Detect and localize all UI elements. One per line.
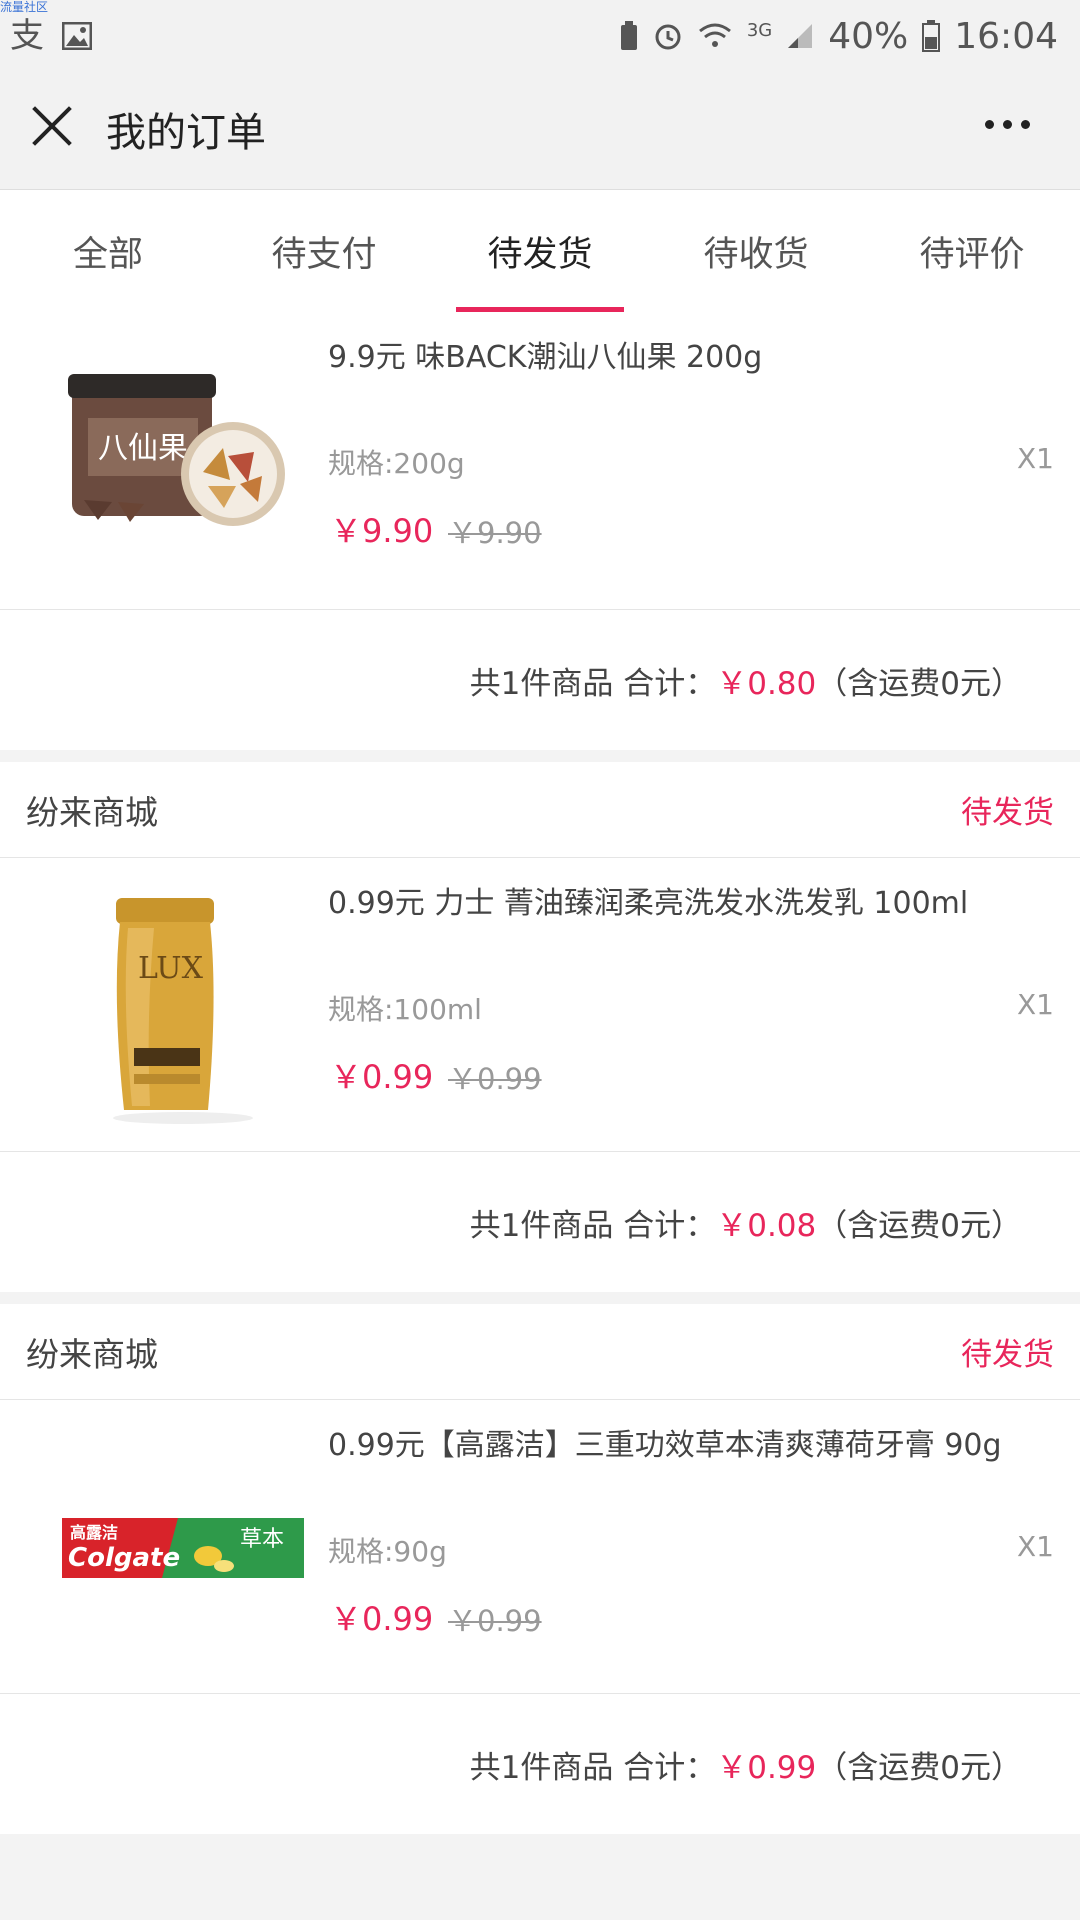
- summary-prefix: 共1件商品 合计：: [469, 1207, 717, 1244]
- tab-pending-payment[interactable]: 待支付: [216, 190, 432, 312]
- product-image: 高露洁 Colgate 草本: [58, 1420, 308, 1670]
- summary-suffix: （含运费0元）: [816, 665, 1022, 702]
- order-list: 八仙果 9.9元 味BACK潮汕八仙果 200g 规格:200g X1 ￥9.9…: [0, 312, 1080, 1846]
- tab-pending-shipment[interactable]: 待发货: [432, 190, 648, 312]
- status-bar: 流量社区 支 3G 40% 16:04: [0, 0, 1080, 66]
- watermark: 流量社区: [0, 0, 49, 14]
- order-tabs: 全部 待支付 待发货 待收货 待评价: [0, 190, 1080, 312]
- product-title: 9.9元 味BACK潮汕八仙果 200g: [328, 340, 763, 375]
- product-original-price: ￥0.99: [448, 1604, 542, 1638]
- shop-name: 纷来商城: [26, 1334, 158, 1374]
- status-left-icons: 支: [10, 19, 92, 53]
- product-original-price: ￥0.99: [448, 1062, 542, 1096]
- image-icon: [62, 22, 92, 50]
- summary-amount: ￥0.80: [716, 665, 817, 702]
- svg-text:高露洁: 高露洁: [70, 1523, 118, 1542]
- shop-header[interactable]: 纷来商城 待发货: [0, 1304, 1080, 1400]
- tab-all[interactable]: 全部: [0, 190, 216, 312]
- network-type: 3G: [746, 19, 773, 41]
- product-title: 0.99元【高露洁】三重功效草本清爽薄荷牙膏 90g: [328, 1428, 1002, 1463]
- product-brand-text: LUX: [138, 951, 204, 986]
- box-herbal-text: 草本: [240, 1527, 284, 1552]
- alipay-icon: 支: [10, 16, 44, 56]
- battery-icon: [922, 20, 941, 52]
- battery-percent: 40%: [828, 15, 909, 57]
- wifi-icon: [698, 23, 731, 47]
- product-title: 0.99元 力士 菁油臻润柔亮洗发水洗发乳 100ml: [328, 886, 969, 921]
- summary-amount: ￥0.99: [716, 1749, 817, 1786]
- product-original-price: ￥9.90: [448, 516, 542, 550]
- order-summary: 共1件商品 合计： ￥0.08 （含运费0元）: [0, 1152, 1080, 1292]
- more-icon[interactable]: [985, 120, 1030, 129]
- nav-bar: 我的订单: [0, 66, 1080, 190]
- summary-prefix: 共1件商品 合计：: [469, 1749, 717, 1786]
- product-price: ￥0.99: [330, 1600, 434, 1638]
- product-price: ￥9.90: [330, 512, 434, 550]
- summary-prefix: 共1件商品 合计：: [469, 665, 717, 702]
- clock: 16:04: [954, 15, 1058, 57]
- order-card: 纷来商城 待发货 LUX 0.99元 力士 菁油臻润柔亮洗发水洗发乳 100ml…: [0, 762, 1080, 1292]
- shop-name: 纷来商城: [26, 792, 158, 832]
- product-spec: 规格:90g: [328, 1535, 447, 1568]
- summary-suffix: （含运费0元）: [816, 1749, 1022, 1786]
- summary-amount: ￥0.08: [716, 1207, 817, 1244]
- page-title: 我的订单: [106, 110, 266, 156]
- close-icon[interactable]: [32, 106, 72, 146]
- order-item[interactable]: 八仙果 9.9元 味BACK潮汕八仙果 200g 规格:200g X1 ￥9.9…: [0, 312, 1080, 610]
- order-summary: 共1件商品 合计： ￥0.99 （含运费0元）: [0, 1694, 1080, 1834]
- tab-pending-review[interactable]: 待评价: [864, 190, 1080, 312]
- product-quantity: X1: [1017, 988, 1054, 1021]
- product-image: LUX: [58, 878, 308, 1128]
- order-card: 纷来商城 待发货 高露洁 Colgate 草本 0.99元【高露洁】三重功效草本…: [0, 1304, 1080, 1834]
- order-summary: 共1件商品 合计： ￥0.80 （含运费0元）: [0, 610, 1080, 750]
- svg-text:八仙果: 八仙果: [98, 431, 188, 466]
- product-image: 八仙果: [58, 352, 308, 602]
- order-item[interactable]: LUX 0.99元 力士 菁油臻润柔亮洗发水洗发乳 100ml 规格:100ml…: [0, 858, 1080, 1152]
- product-spec: 规格:100ml: [328, 993, 482, 1026]
- alarm-icon: [655, 24, 681, 50]
- order-status: 待发货: [961, 795, 1054, 831]
- tab-pending-receipt[interactable]: 待收货: [648, 190, 864, 312]
- product-spec: 规格:200g: [328, 447, 465, 480]
- battery-saver-icon: [620, 21, 637, 50]
- shop-header[interactable]: 纷来商城 待发货: [0, 762, 1080, 858]
- summary-suffix: （含运费0元）: [816, 1207, 1022, 1244]
- product-price: ￥0.99: [330, 1058, 434, 1096]
- status-right: 3G 40% 16:04: [619, 16, 1058, 57]
- signal-icon: [788, 24, 813, 48]
- product-brand-text: Colgate: [68, 1543, 180, 1573]
- product-quantity: X1: [1017, 1530, 1054, 1563]
- order-item[interactable]: 高露洁 Colgate 草本 0.99元【高露洁】三重功效草本清爽薄荷牙膏 90…: [0, 1400, 1080, 1694]
- order-card: 八仙果 9.9元 味BACK潮汕八仙果 200g 规格:200g X1 ￥9.9…: [0, 312, 1080, 750]
- order-status: 待发货: [961, 1337, 1054, 1373]
- product-quantity: X1: [1017, 442, 1054, 475]
